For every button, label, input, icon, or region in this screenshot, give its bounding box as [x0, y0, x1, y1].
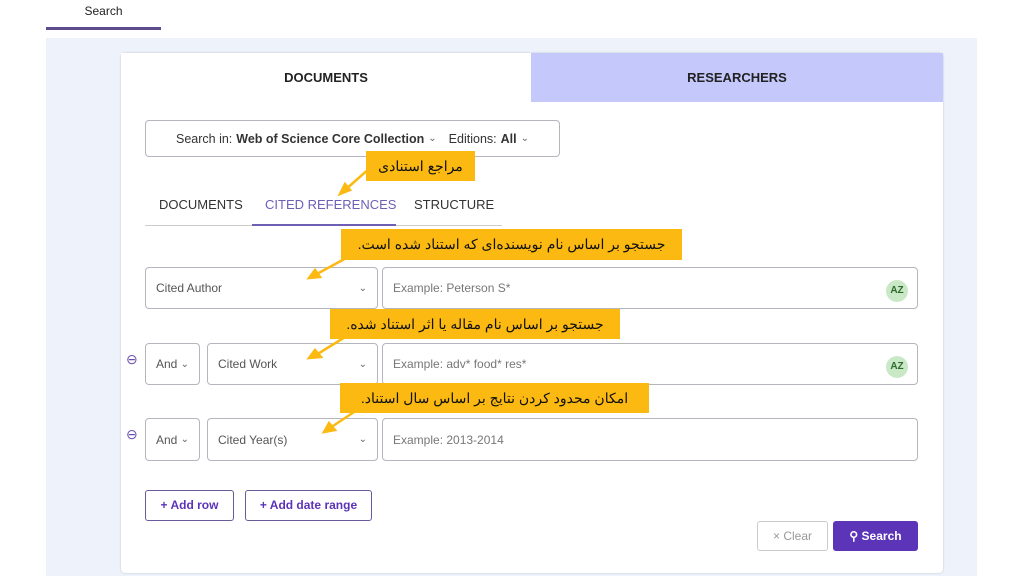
callout-cited-author: جستجو بر اساس نام نویسنده‌ای که استناد ش… — [341, 229, 682, 260]
callout-cited-work: جستجو بر اساس نام مقاله یا اثر استناد شد… — [330, 309, 620, 339]
callout-cited-year: امکان محدود کردن نتایج بر اساس سال استنا… — [340, 383, 649, 413]
callout-cited-references: مراجع استنادی — [366, 151, 475, 181]
callout-arrows — [306, 167, 371, 434]
